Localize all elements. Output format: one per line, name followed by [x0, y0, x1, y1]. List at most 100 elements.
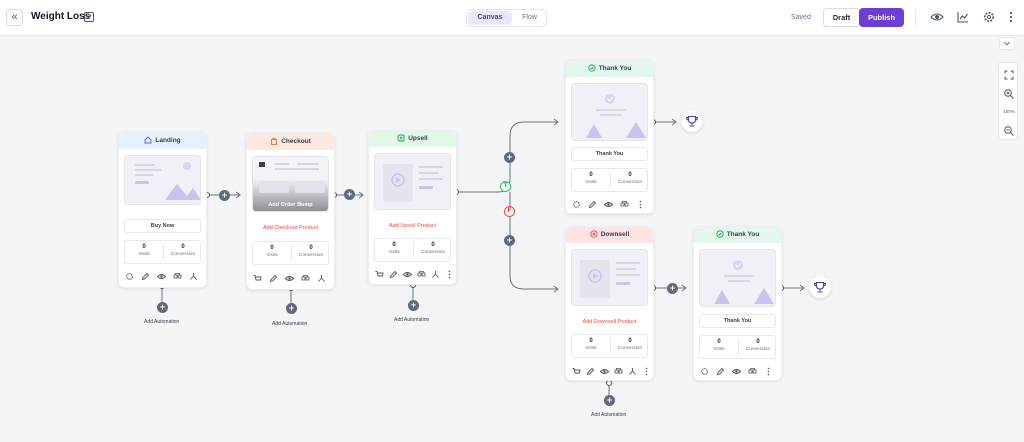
trophy-icon — [685, 115, 699, 127]
add-automation-button[interactable]: + — [408, 300, 419, 311]
thankyou-card-header: Thank You — [566, 61, 653, 77]
view-eye-icon[interactable] — [157, 272, 166, 281]
visits-label: Visits — [266, 253, 278, 258]
more-vertical-icon[interactable] — [764, 367, 773, 376]
upsell-stats: 0 Visits 0 Conversion — [374, 238, 451, 262]
conversion-label: Conversion — [617, 346, 643, 351]
add-automation-label[interactable]: Add Automation — [144, 319, 179, 325]
true-branch-badge: T — [500, 181, 511, 192]
visits-count: 0 — [142, 244, 146, 250]
more-vertical-icon[interactable] — [445, 270, 454, 279]
settings-gear-icon[interactable] — [125, 272, 134, 281]
edit-pencil-icon[interactable] — [586, 367, 595, 376]
add-step-button[interactable]: + — [667, 283, 678, 294]
add-automation-button[interactable]: + — [157, 302, 168, 313]
thankyou-page-button[interactable]: Thank You — [571, 147, 648, 161]
landing-stats: 0 Visits 0 Conversion — [124, 240, 201, 264]
checkout-card-header: Checkout — [247, 134, 334, 150]
cart-icon[interactable] — [253, 274, 262, 283]
upsell-preview-thumbnail[interactable] — [374, 153, 451, 210]
add-automation-label[interactable]: Add Automation — [591, 412, 626, 418]
add-upsell-product-link[interactable]: Add Upsell Product — [374, 223, 451, 229]
view-eye-icon[interactable] — [403, 270, 412, 279]
upsell-actions — [375, 270, 453, 280]
upsell-plus-icon — [397, 134, 405, 142]
clone-icon[interactable] — [620, 200, 629, 209]
add-step-button[interactable]: + — [344, 189, 355, 200]
checkout-title: Checkout — [281, 138, 311, 145]
split-test-icon[interactable] — [431, 270, 440, 279]
thankyou-step-card[interactable]: Thank You Thank You 0 Visits 0 Conversion — [565, 60, 654, 214]
more-vertical-icon[interactable] — [636, 200, 645, 209]
false-branch-badge: F — [504, 206, 515, 217]
view-eye-icon[interactable] — [732, 367, 741, 376]
edit-pencil-icon[interactable] — [716, 367, 725, 376]
add-automation-button[interactable]: + — [604, 395, 615, 406]
split-test-icon[interactable] — [189, 272, 198, 281]
edit-pencil-icon[interactable] — [588, 200, 597, 209]
add-downsell-product-link[interactable]: Add Downsell Product — [571, 319, 648, 325]
landing-preview-thumbnail[interactable] — [124, 155, 201, 205]
view-eye-icon[interactable] — [600, 367, 609, 376]
conversion-count: 0 — [756, 339, 760, 345]
page-preview-image — [586, 94, 646, 138]
conversion-count: 0 — [181, 244, 185, 250]
edit-pencil-icon[interactable] — [269, 274, 278, 283]
landing-step-card[interactable]: Landing Buy Now 0 Visits 0 Conversion — [118, 132, 207, 288]
upsell-step-card[interactable]: Upsell Add Upsell Product 0 Visits 0 Conve… — [368, 130, 457, 285]
edit-pencil-icon[interactable] — [141, 272, 150, 281]
visits-count: 0 — [589, 338, 593, 344]
add-step-button[interactable]: + — [219, 190, 230, 201]
landing-title: Landing — [155, 137, 181, 144]
downsell-preview-thumbnail[interactable] — [571, 249, 648, 306]
conversion-label: Conversion — [420, 250, 446, 255]
visits-count: 0 — [717, 339, 721, 345]
downsell-x-icon — [590, 230, 598, 238]
add-checkout-product-link[interactable]: Add Checkout Product — [252, 225, 329, 231]
add-automation-label[interactable]: Add Automation — [394, 317, 429, 323]
conversion-count: 0 — [628, 338, 632, 344]
add-step-button[interactable]: + — [504, 152, 515, 163]
more-vertical-icon[interactable] — [642, 367, 651, 376]
checkout-preview-thumbnail[interactable]: Add Order Bump — [252, 156, 329, 212]
clone-icon[interactable] — [748, 367, 757, 376]
downsell-step-card[interactable]: Downsell Add Downsell Product 0 Visits 0 C… — [565, 226, 654, 381]
edit-pencil-icon[interactable] — [389, 270, 398, 279]
home-icon — [144, 136, 152, 144]
goal-trophy[interactable] — [809, 276, 831, 298]
split-test-icon[interactable] — [317, 274, 326, 283]
thankyou-step-card[interactable]: Thank You Thank You 0 Visits 0 Conversion — [693, 226, 782, 381]
visits-count: 0 — [270, 245, 274, 251]
settings-gear-icon[interactable] — [700, 367, 709, 376]
add-automation-button[interactable]: + — [286, 303, 297, 314]
landing-cta-button[interactable]: Buy Now — [124, 219, 201, 233]
check-circle-icon — [588, 64, 596, 72]
thankyou-stats: 0 Visits 0 Conversion — [699, 335, 776, 359]
downsell-title: Downsell — [600, 231, 630, 238]
checkout-stats: 0 Visits 0 Conversion — [252, 241, 329, 265]
clone-icon[interactable] — [417, 270, 426, 279]
checkout-actions — [253, 274, 329, 284]
upsell-card-header: Upsell — [369, 131, 456, 147]
view-eye-icon[interactable] — [285, 274, 294, 283]
visits-label: Visits — [138, 252, 150, 257]
split-test-icon[interactable] — [628, 367, 637, 376]
thankyou-page-button[interactable]: Thank You — [699, 314, 776, 328]
clone-icon[interactable] — [614, 367, 623, 376]
settings-gear-icon[interactable] — [572, 200, 581, 209]
landing-card-header: Landing — [119, 133, 206, 149]
visits-label: Visits — [713, 347, 725, 352]
add-order-bump-button[interactable]: Add Order Bump — [253, 202, 328, 208]
cart-icon[interactable] — [572, 367, 581, 376]
thankyou-preview-thumbnail[interactable] — [571, 83, 648, 141]
goal-trophy[interactable] — [681, 110, 703, 132]
clone-icon[interactable] — [173, 272, 182, 281]
visits-label: Visits — [388, 250, 400, 255]
clone-icon[interactable] — [301, 274, 310, 283]
view-eye-icon[interactable] — [604, 200, 613, 209]
cart-icon[interactable] — [375, 270, 384, 279]
thankyou-preview-thumbnail[interactable] — [699, 249, 776, 307]
checkout-step-card[interactable]: Checkout Add Order Bump Add Checkout Pro… — [246, 133, 335, 290]
add-step-button[interactable]: + — [504, 235, 515, 246]
add-automation-label[interactable]: Add Automation — [272, 321, 307, 327]
